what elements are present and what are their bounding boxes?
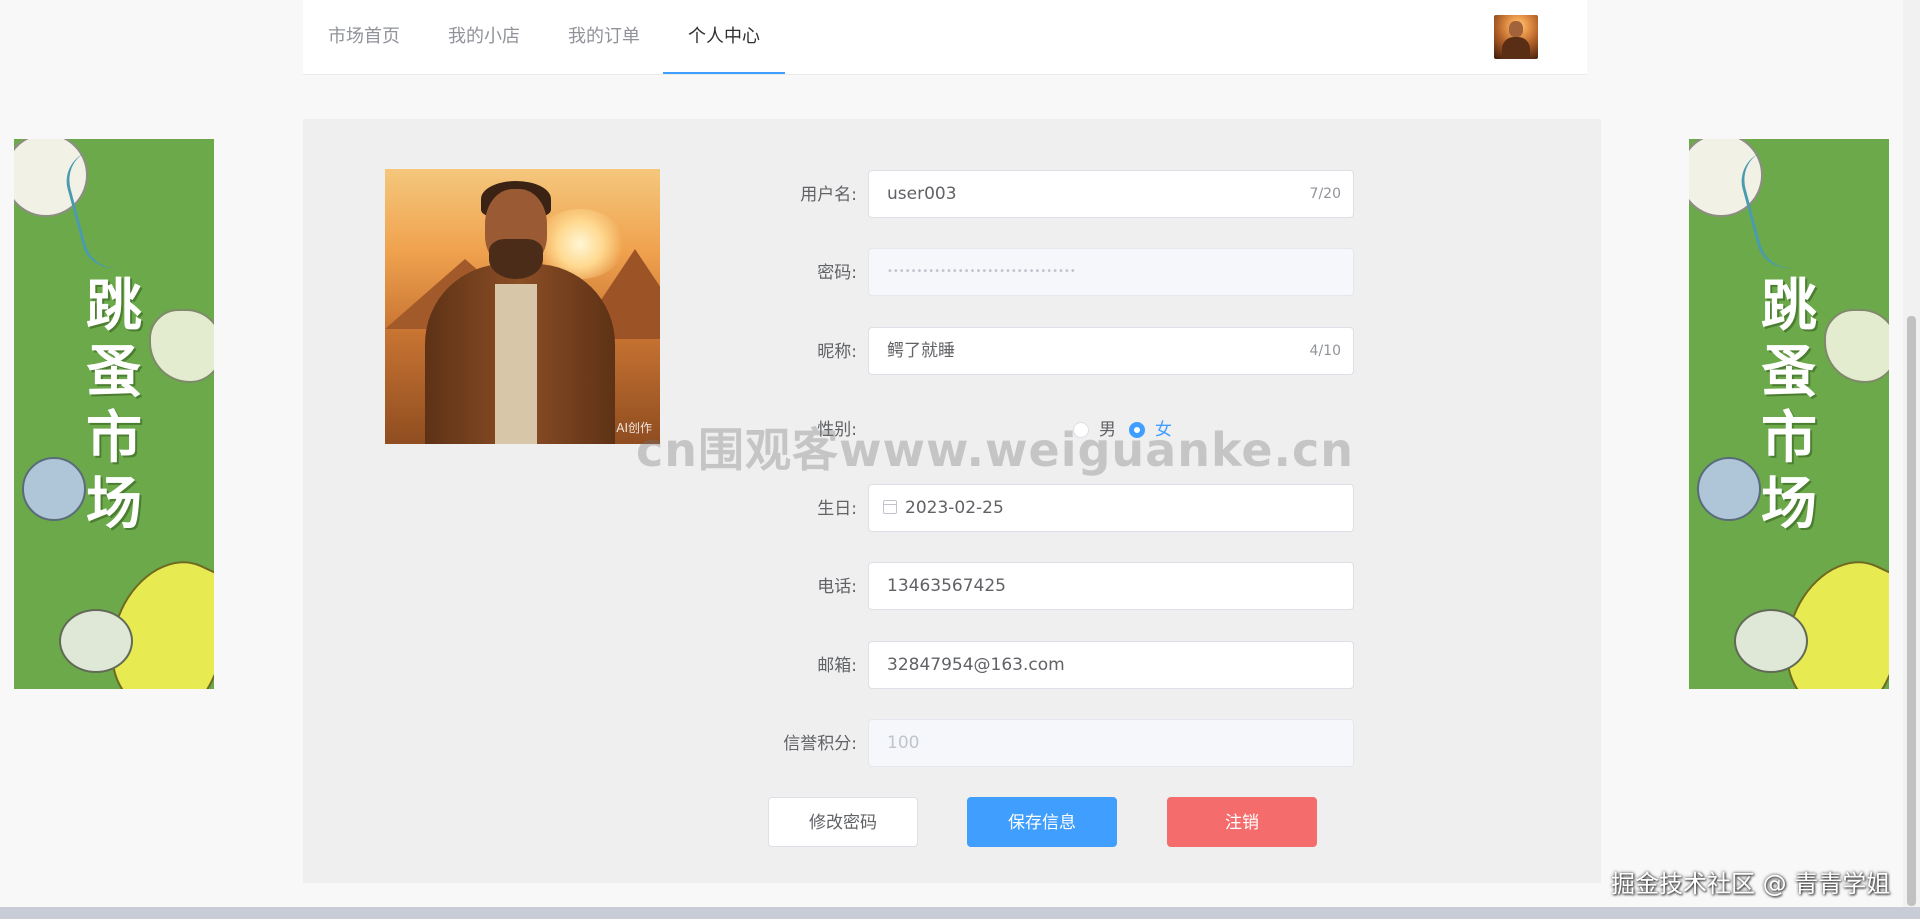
doodle-wire — [1734, 142, 1827, 276]
avatar-body — [1502, 37, 1530, 59]
email-input[interactable]: 32847954@163.com — [868, 641, 1354, 689]
form-row-username: 用户名: user003 7/20 — [303, 170, 1601, 220]
watermark-text: cn围观客www.weiguanke.cn — [636, 423, 1355, 477]
credit-value: 100 — [887, 733, 920, 753]
form-row-phone: 电话: 13463567425 — [303, 562, 1601, 612]
phone-value: 13463567425 — [887, 576, 1006, 596]
username-input[interactable]: user003 7/20 — [868, 170, 1354, 218]
scrollbar-thumb[interactable] — [1907, 316, 1916, 906]
nav-item-profile-center[interactable]: 个人中心 — [663, 0, 785, 74]
save-info-button[interactable]: 保存信息 — [967, 797, 1117, 847]
user-avatar[interactable] — [1494, 15, 1538, 59]
form-row-nickname: 昵称: 鳄了就睡 4/10 — [303, 327, 1601, 377]
logout-button[interactable]: 注销 — [1167, 797, 1317, 847]
nickname-value: 鳄了就睡 — [887, 341, 955, 361]
doodle-fish — [59, 609, 133, 673]
doodle-shape — [149, 309, 214, 383]
bottom-bar — [0, 907, 1920, 919]
scrollbar[interactable] — [1903, 0, 1920, 907]
doodle-shape — [1824, 309, 1889, 383]
credit-text: 掘金技术社区 @ 青青学姐 — [1611, 870, 1891, 898]
username-value: user003 — [887, 184, 957, 204]
birthday-value: 2023-02-25 — [905, 498, 1004, 518]
email-value: 32847954@163.com — [887, 655, 1065, 675]
nav-item-my-orders[interactable]: 我的订单 — [568, 0, 640, 74]
phone-input[interactable]: 13463567425 — [868, 562, 1354, 610]
doodle-planet — [1697, 457, 1761, 521]
calendar-icon — [883, 500, 897, 514]
profile-panel: AI创作 用户名: user003 7/20 密码: •••••••••••••… — [303, 119, 1601, 883]
password-input[interactable]: •••••••••••••••••••••••••••••••• — [868, 248, 1354, 296]
form-row-birthday: 生日: 2023-02-25 — [303, 484, 1601, 534]
form-row-password: 密码: •••••••••••••••••••••••••••••••• — [303, 248, 1601, 298]
email-label: 邮箱: — [817, 656, 857, 676]
form-row-email: 邮箱: 32847954@163.com — [303, 641, 1601, 691]
form-row-credit: 信誉积分: 100 — [303, 719, 1601, 769]
banner-text: 跳蚤市场 — [1761, 274, 1817, 537]
top-nav: 市场首页 我的小店 我的订单 个人中心 — [303, 0, 1587, 75]
banner-left: 跳蚤市场 — [14, 139, 214, 689]
birthday-label: 生日: — [817, 499, 857, 519]
password-value: •••••••••••••••••••••••••••••••• — [887, 266, 1076, 277]
banner-text: 跳蚤市场 — [86, 274, 142, 537]
credit-label: 信誉积分: — [783, 734, 857, 754]
username-label: 用户名: — [800, 185, 857, 205]
nickname-input[interactable]: 鳄了就睡 4/10 — [868, 327, 1354, 375]
doodle-fish — [1734, 609, 1808, 673]
nickname-count: 4/10 — [1309, 343, 1341, 359]
nav-item-my-shop[interactable]: 我的小店 — [448, 0, 520, 74]
username-count: 7/20 — [1309, 186, 1341, 202]
phone-label: 电话: — [817, 577, 857, 597]
credit-input[interactable]: 100 — [868, 719, 1354, 767]
birthday-date-picker[interactable]: 2023-02-25 — [868, 484, 1354, 532]
doodle-wire — [59, 142, 152, 276]
password-label: 密码: — [817, 263, 857, 283]
doodle-planet — [22, 457, 86, 521]
nav-item-market-home[interactable]: 市场首页 — [328, 0, 400, 74]
nickname-label: 昵称: — [817, 342, 857, 362]
banner-right: 跳蚤市场 — [1689, 139, 1889, 689]
change-password-button[interactable]: 修改密码 — [768, 797, 918, 847]
avatar-face — [1509, 21, 1523, 37]
